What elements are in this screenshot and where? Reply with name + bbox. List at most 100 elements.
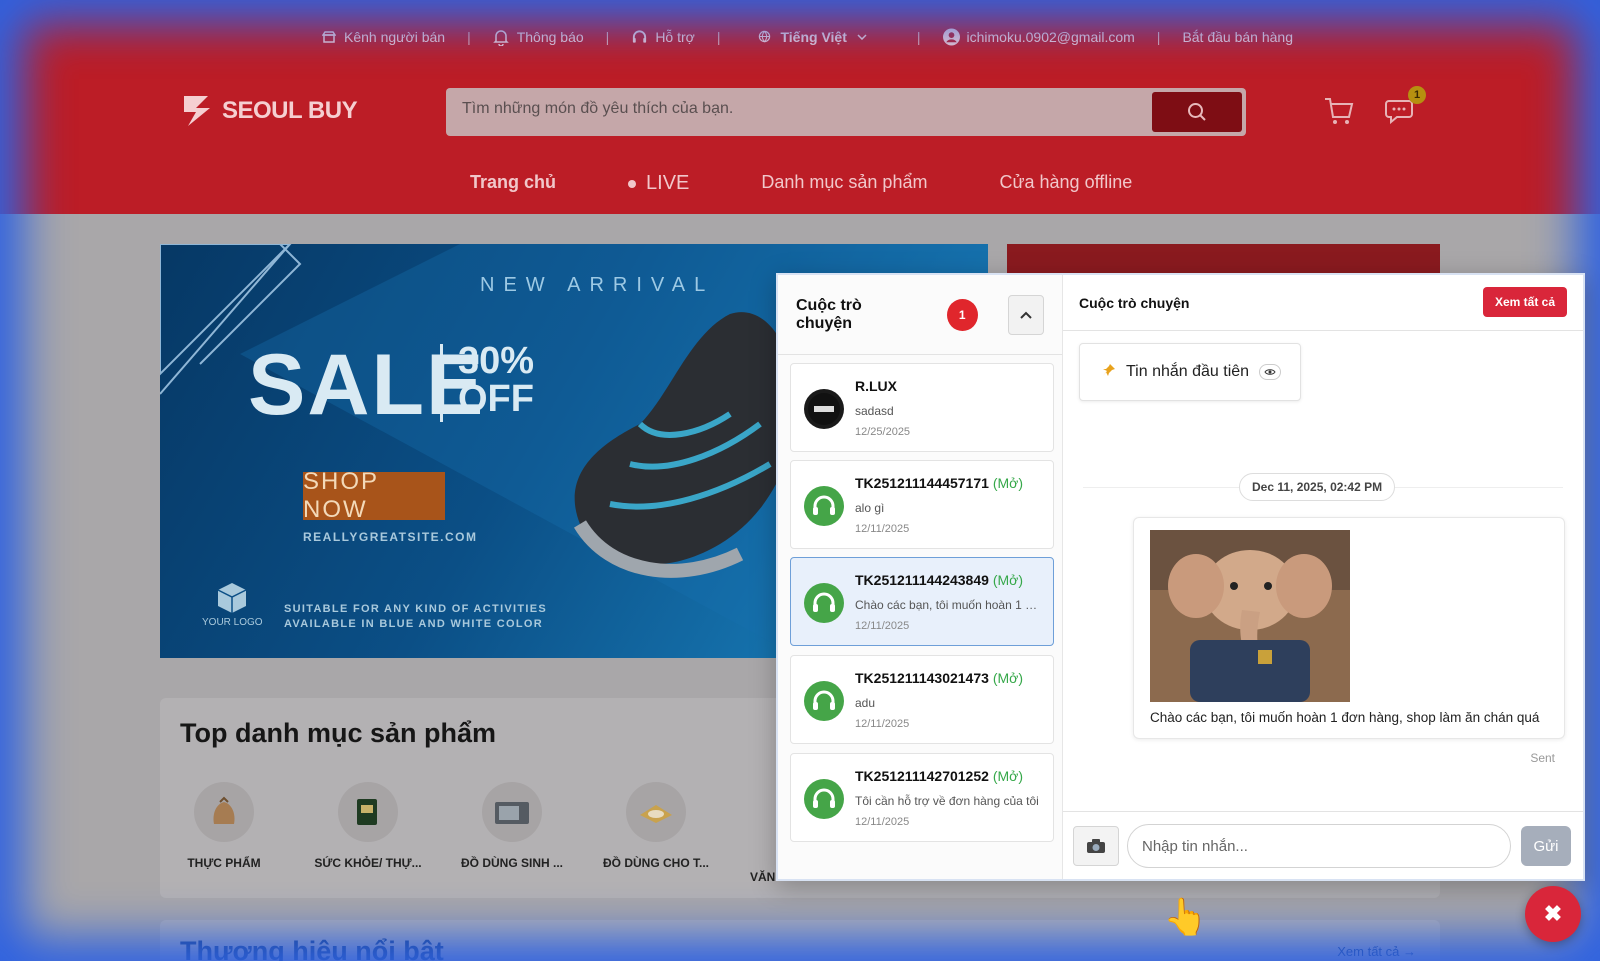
pointer-hand-cursor-icon: 👆 xyxy=(1163,896,1208,937)
conversation-title: R.LUX xyxy=(855,378,897,394)
notifications-link[interactable]: Thông báo xyxy=(493,28,584,46)
support-link[interactable]: Hỗ trợ xyxy=(631,28,695,45)
separator: | xyxy=(1156,28,1161,45)
banner-site: REALLYGREATSITE.COM xyxy=(303,530,478,544)
conversation-preview: Tôi cần hỗ trợ về đơn hàng của tôi xyxy=(855,794,1039,808)
nav-live[interactable]: LIVE xyxy=(628,172,689,195)
conversation-date: 12/25/2025 xyxy=(855,426,911,438)
account-email: ichimoku.0902@gmail.com xyxy=(966,28,1135,45)
conversation-item[interactable]: TK251211142701252 (Mở) Tôi cần hỗ trợ về… xyxy=(790,753,1054,842)
conversation-preview: alo gì xyxy=(855,501,885,515)
close-chat-button[interactable]: ✖ xyxy=(1525,886,1581,942)
camera-icon xyxy=(1087,839,1105,853)
banner-divider xyxy=(440,344,443,422)
logo-text: SEOUL BUY xyxy=(222,97,358,124)
camera-button[interactable] xyxy=(1073,826,1119,866)
conversation-title: TK251211144457171 xyxy=(855,475,989,491)
chat-badge: 1 xyxy=(1408,86,1426,104)
collapse-button[interactable] xyxy=(1007,294,1044,335)
separator: | xyxy=(467,28,471,45)
category-item[interactable]: SỨC KHỎE/ THỰ... xyxy=(308,782,428,870)
conversation-list-title: Cuộc trò chuyện xyxy=(796,296,862,332)
separator: | xyxy=(916,28,921,45)
support-headset-icon xyxy=(804,681,844,721)
pinned-message[interactable]: Tin nhắn đầu tiên xyxy=(1079,343,1301,401)
globe-icon xyxy=(756,28,773,45)
nav-home[interactable]: Trang chủ xyxy=(470,172,556,195)
view-all-button[interactable]: Xem tất cả xyxy=(1482,287,1567,317)
nav-live-label: LIVE xyxy=(646,172,690,194)
chevron-down-icon xyxy=(854,28,871,45)
site-header: Kênh người bán | Thông báo | Hỗ trợ | Ti… xyxy=(0,0,1600,214)
food-icon xyxy=(194,782,254,842)
shop-now-button[interactable]: SHOP NOW xyxy=(303,468,445,523)
category-item[interactable]: THỰC PHẨM xyxy=(164,782,284,870)
conversation-item[interactable]: TK251211144457171 (Mở) alo gì 12/11/2025 xyxy=(790,460,1054,549)
banner-logo-text: YOUR LOGO xyxy=(202,617,263,628)
eye-icon[interactable] xyxy=(1259,364,1282,380)
top-categories-title: Top danh mục sản phẩm xyxy=(180,718,497,748)
search-button[interactable] xyxy=(1152,92,1242,132)
conversation-item[interactable]: TK251211143021473 (Mở) adu 12/11/2025 xyxy=(790,655,1054,744)
send-button[interactable]: Gửi xyxy=(1521,826,1571,866)
conversation-preview: Chào các bạn, tôi muốn hoàn 1 đơn hàng, … xyxy=(855,598,1043,612)
bell-icon xyxy=(493,28,510,46)
conversation-name: TK251211144457171 (Mở) xyxy=(855,475,1023,491)
message-input[interactable] xyxy=(1127,824,1511,868)
page: Kênh người bán | Thông báo | Hỗ trợ | Ti… xyxy=(0,0,1600,961)
conversation-list: Cuộc trò chuyện 1 R.LUX sadasd 12/25/202… xyxy=(778,275,1063,879)
support-headset-icon xyxy=(804,583,844,623)
headset-icon xyxy=(631,28,648,45)
category-label: SỨC KHỎE/ THỰ... xyxy=(314,856,422,870)
account-link[interactable]: ichimoku.0902@gmail.com xyxy=(942,28,1135,45)
seller-channel-label: Kênh người bán xyxy=(344,28,446,45)
category-label: THỰC PHẨM xyxy=(187,856,261,870)
elephant-image xyxy=(1150,530,1350,702)
nav-categories[interactable]: Danh mục sản phẩm xyxy=(761,172,927,195)
conversation-name: TK251211144243849 (Mở) xyxy=(855,572,1023,588)
banner-footnote: SUITABLE FOR ANY KIND OF ACTIVITIES AVAIL… xyxy=(284,602,547,632)
seller-channel-link[interactable]: Kênh người bán xyxy=(320,28,445,45)
logo-mark-icon xyxy=(184,96,210,126)
conversation-item[interactable]: R.LUX sadasd 12/25/2025 xyxy=(790,363,1054,452)
chat-panel: Cuộc trò chuyện 1 R.LUX sadasd 12/25/202… xyxy=(776,273,1585,881)
category-label: ĐỒ DÙNG CHO T... xyxy=(602,856,709,870)
support-headset-icon xyxy=(804,486,844,526)
conversation-item-selected[interactable]: TK251211144243849 (Mở) Chào các bạn, tôi… xyxy=(790,557,1054,646)
health-product-icon xyxy=(338,782,398,842)
brands-view-all-link[interactable]: Xem tất cả → xyxy=(1337,944,1416,959)
banner-line-1: SUITABLE FOR ANY KIND OF ACTIVITIES xyxy=(284,603,548,615)
separator: | xyxy=(605,28,610,45)
cart-button[interactable] xyxy=(1322,94,1356,128)
conversation-status: (Mở) xyxy=(992,670,1023,686)
conversation-title: TK251211144243849 xyxy=(855,572,989,588)
pinned-message-label: Tin nhắn đầu tiên xyxy=(1126,363,1250,380)
conversation-status: (Mở) xyxy=(992,572,1023,588)
start-selling-link[interactable]: Bắt đầu bán hàng xyxy=(1182,29,1293,45)
start-selling-label: Bắt đầu bán hàng xyxy=(1182,28,1293,45)
category-item[interactable]: ĐỒ DÙNG CHO T... xyxy=(596,782,716,870)
message-bubble: Chào các bạn, tôi muốn hoàn 1 đơn hàng, … xyxy=(1133,517,1565,739)
language-selector[interactable]: Tiếng Việt xyxy=(756,28,870,45)
live-dot-icon xyxy=(628,179,637,188)
conversation-name: R.LUX xyxy=(855,378,897,394)
category-label: ĐỒ DÙNG SINH ... xyxy=(460,856,563,870)
conversation-preview: sadasd xyxy=(855,404,894,418)
nav-offline-store[interactable]: Cửa hàng offline xyxy=(999,172,1132,195)
search-input[interactable] xyxy=(462,100,1142,118)
message-image[interactable] xyxy=(1150,530,1350,702)
site-logo[interactable]: SEOUL BUY xyxy=(182,94,358,128)
message-text: Chào các bạn, tôi muốn hoàn 1 đơn hàng, … xyxy=(1150,710,1540,725)
category-item[interactable]: VĂN P xyxy=(740,782,787,884)
user-avatar-icon xyxy=(942,28,960,45)
conversation-list-header: Cuộc trò chuyện 1 xyxy=(778,275,1062,355)
message-status: Sent xyxy=(1530,751,1555,765)
pet-bed-icon xyxy=(626,782,686,842)
featured-brands-title: Thương hiệu nổi bật xyxy=(180,936,444,961)
banner-sale: SALE xyxy=(248,337,486,433)
category-item[interactable]: ĐỒ DÙNG SINH ... xyxy=(452,782,572,870)
notifications-label: Thông báo xyxy=(516,28,584,45)
support-headset-icon xyxy=(804,779,844,819)
search-bar xyxy=(446,88,1246,136)
date-divider: Dec 11, 2025, 02:42 PM xyxy=(1239,473,1396,501)
